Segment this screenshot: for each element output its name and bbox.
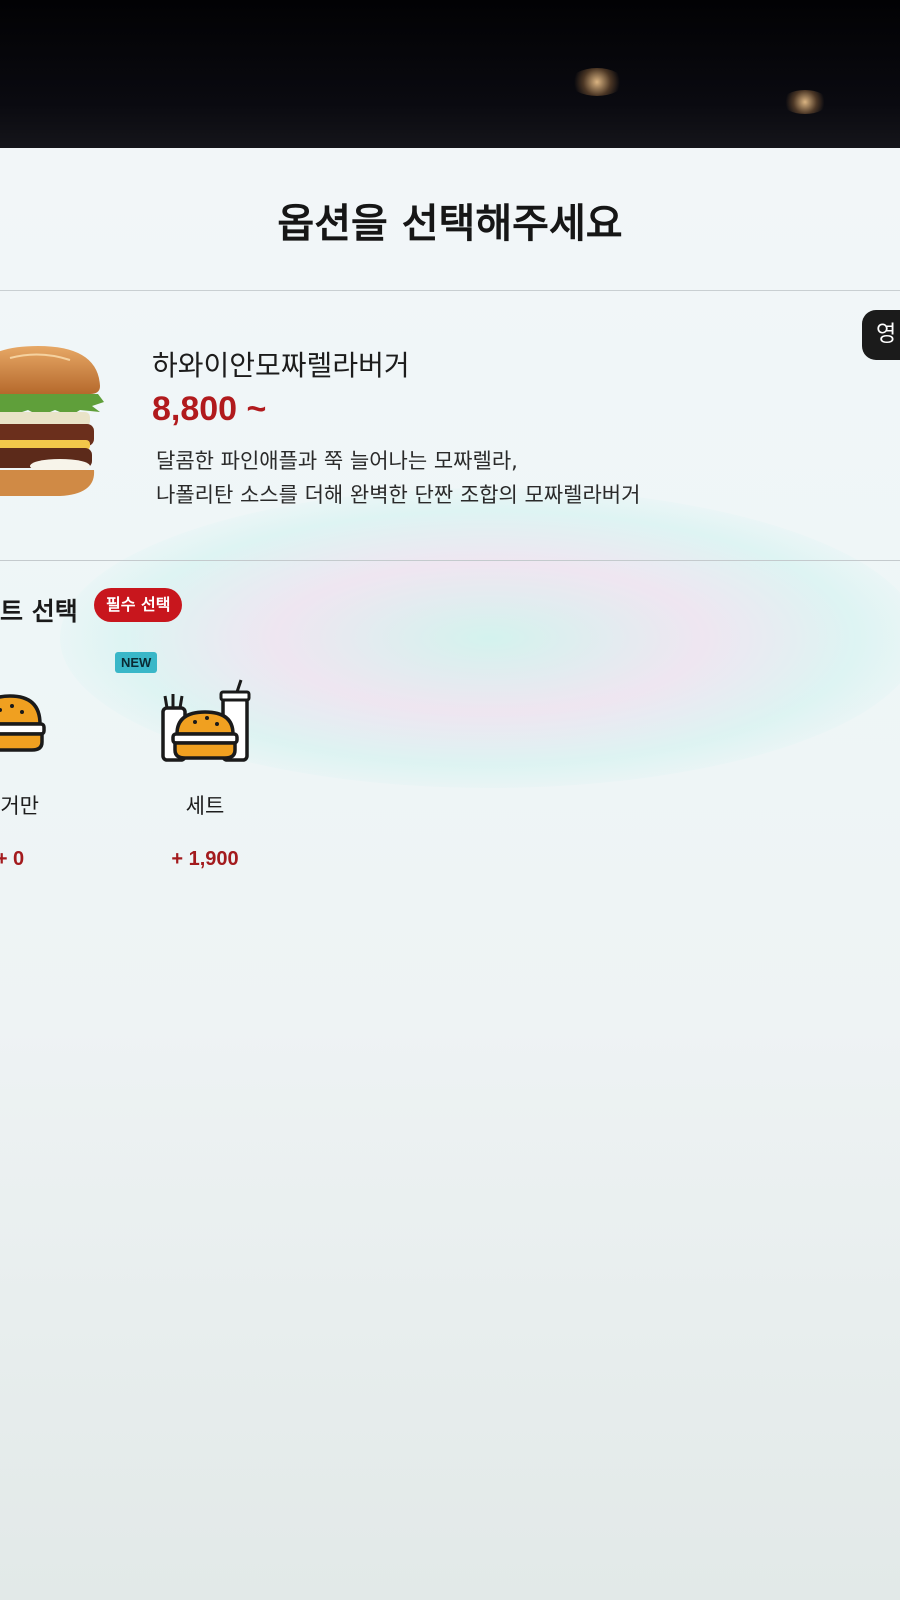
option-label: 버거만	[0, 794, 39, 818]
page-title: 옵션을 선택해주세요	[277, 201, 623, 247]
product-name: 하와이안모짜렐라버거	[152, 349, 410, 382]
option-price: + 0	[0, 848, 25, 870]
kiosk-bezel	[0, 0, 900, 148]
page-header: 옵션을 선택해주세요	[0, 148, 900, 291]
burger-set-icon	[161, 679, 251, 762]
section-title: 트 선택	[0, 597, 78, 626]
divider	[0, 560, 900, 561]
product-price: 8,800 ~	[152, 390, 267, 428]
option-label: 세트	[185, 794, 225, 818]
language-toggle-button[interactable]: 영	[862, 310, 900, 360]
ceiling-light	[782, 90, 828, 114]
description-line: 달콤한 파인애플과 쭉 늘어나는 모짜렐라,	[156, 449, 518, 473]
new-badge: NEW	[115, 652, 158, 673]
product-description: 달콤한 파인애플과 쭉 늘어나는 모짜렐라, 나폴리탄 소스를 더해 완벽한 단…	[156, 444, 640, 512]
burger-icon	[0, 694, 46, 752]
description-line: 나폴리탄 소스를 더해 완벽한 단짠 조합의 모짜렐라버거	[156, 483, 641, 507]
kiosk-screen: 옵션을 선택해주세요 영 하와이안모짜렐라버거 8,800 ~ 달콤한 파인애플…	[0, 148, 900, 1600]
option-burger-only[interactable]: 버거만 + 0	[0, 648, 90, 888]
required-badge: 필수 선택	[94, 588, 183, 622]
option-set[interactable]: NEW 세트 + 1,900	[115, 648, 285, 888]
option-price: + 1,900	[171, 848, 239, 870]
ceiling-light	[570, 68, 624, 96]
product-image	[0, 346, 104, 496]
